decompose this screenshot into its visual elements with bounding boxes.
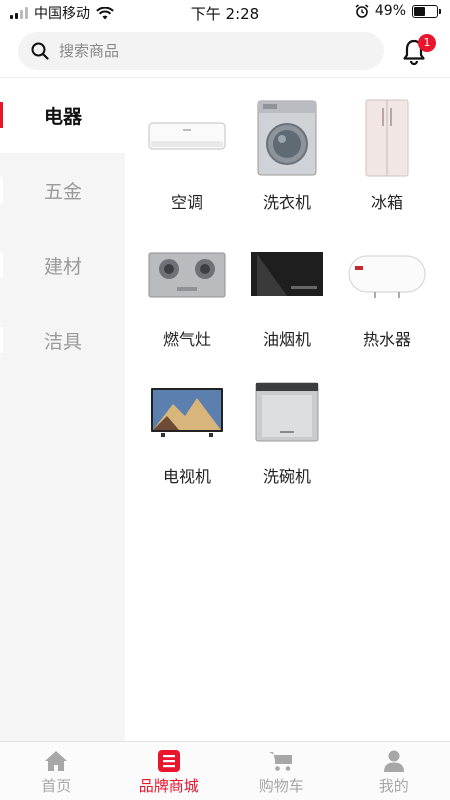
product-item-gas-stove[interactable]: 燃气灶 [137,233,237,350]
search-header: 1 [0,24,450,78]
tab-label: 首页 [41,777,72,795]
notification-badge: 1 [418,34,436,52]
product-label: 空调 [170,193,203,212]
product-label: 油烟机 [262,330,311,349]
tab-label: 我的 [378,777,409,795]
category-sidebar: 电器 五金 建材 洁具 [0,78,125,741]
cart-icon [269,752,293,771]
water-heater-icon [345,233,429,316]
app-screen: 中国移动 下午 2:28 49% 搜索商品 1 电器 五金 建材 洁具 空调 洗… [0,0,450,800]
television-icon [145,370,229,453]
status-bar: 中国移动 下午 2:28 49% [0,0,450,24]
product-item-washing-machine[interactable]: 洗衣机 [237,96,337,213]
sidebar-item-label: 五金 [44,181,83,203]
range-hood-icon [245,233,329,316]
product-item-dishwasher[interactable]: 洗碗机 [237,370,337,487]
product-item-television[interactable]: 电视机 [137,370,237,487]
tab-home[interactable]: 首页 [0,742,113,800]
tab-label: 购物车 [258,777,304,795]
product-item-refrigerator[interactable]: 冰箱 [337,96,437,213]
notification-button[interactable]: 1 [398,34,436,68]
refrigerator-icon [345,96,429,179]
product-label: 热水器 [362,330,411,349]
sidebar-item-label: 电器 [44,106,83,128]
home-icon [45,751,68,771]
sidebar-item-sanitary-ware[interactable]: 洁具 [0,303,125,378]
product-label: 洗碗机 [262,467,311,486]
user-icon [383,750,404,772]
sidebar-item-appliances[interactable]: 电器 [0,78,125,153]
dishwasher-icon [245,370,329,453]
search-icon [31,42,49,60]
sidebar-item-label: 建材 [44,256,83,278]
battery-percent: 49% [374,3,406,19]
sidebar-item-building-materials[interactable]: 建材 [0,228,125,303]
tab-brand-mall[interactable]: 品牌商城 [113,742,226,800]
product-item-water-heater[interactable]: 热水器 [337,233,437,350]
search-input[interactable] [59,42,339,60]
product-grid-panel: 空调 洗衣机 冰箱 燃气灶 油烟机 热水器 电视机 洗碗机 [125,78,450,741]
washing-machine-icon [245,96,329,179]
product-label: 洗衣机 [262,193,311,212]
bottom-tab-bar: 首页 品牌商城 购物车 我的 [0,741,450,800]
product-item-range-hood[interactable]: 油烟机 [237,233,337,350]
alarm-icon [355,4,369,18]
air-conditioner-icon [145,96,229,179]
sidebar-item-hardware[interactable]: 五金 [0,153,125,228]
search-bar[interactable] [18,32,384,70]
battery-icon [412,4,441,18]
list-icon [157,750,180,772]
product-item-air-conditioner[interactable]: 空调 [137,96,237,213]
product-grid: 空调 洗衣机 冰箱 燃气灶 油烟机 热水器 电视机 洗碗机 [125,78,450,487]
sidebar-item-label: 洁具 [44,331,83,353]
product-label: 冰箱 [370,193,403,212]
tab-label: 品牌商城 [138,777,199,795]
tab-profile[interactable]: 我的 [338,742,450,800]
product-label: 燃气灶 [162,330,211,349]
tab-cart[interactable]: 购物车 [225,742,338,800]
gas-stove-icon [145,233,229,316]
product-label: 电视机 [162,467,211,486]
